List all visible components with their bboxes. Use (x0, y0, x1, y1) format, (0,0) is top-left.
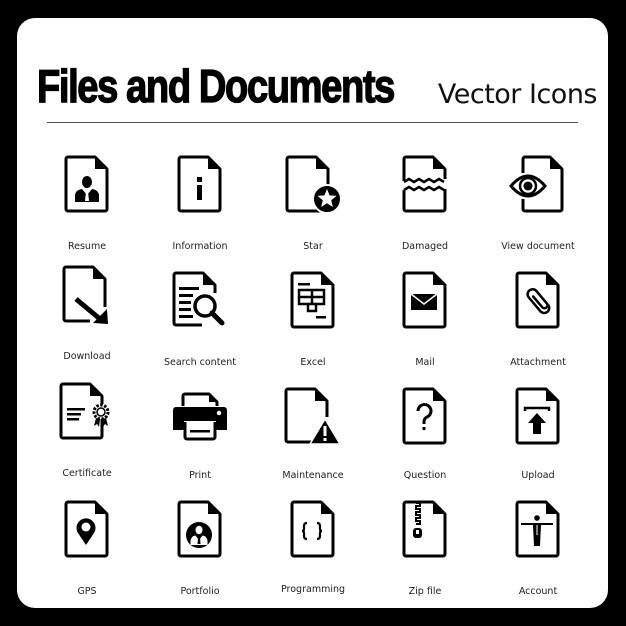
icon-tile-download: Download (32, 265, 142, 365)
certificate-icon (59, 382, 110, 440)
icon-label: Download (63, 351, 111, 362)
divider (47, 122, 578, 123)
icon-label: Certificate (62, 468, 112, 479)
icon-label: Attachment (510, 357, 566, 368)
resume-icon (64, 155, 109, 213)
icon-sheet-card: Files and Documents Vector Icons Resume … (17, 18, 608, 608)
icon-label: Search content (163, 357, 237, 368)
icon-label: Upload (521, 470, 555, 481)
icon-label: Maintenance (282, 470, 344, 481)
icon-label: Excel (300, 357, 326, 368)
icon-tile-zip-file: Zip file (370, 500, 480, 600)
icon-label: GPS (77, 586, 97, 597)
mail-icon (402, 271, 447, 329)
damaged-icon (402, 155, 447, 213)
gps-icon (64, 500, 109, 558)
page-title: Files and Documents (36, 60, 396, 113)
icon-tile-mail: Mail (370, 271, 480, 371)
icon-tile-account: Account (483, 500, 593, 600)
icon-tile-portfolio: Portfolio (145, 500, 255, 600)
star-icon (285, 155, 342, 214)
icon-tile-certificate: Certificate (32, 382, 142, 482)
icon-label: Programming (280, 584, 346, 595)
question-icon (402, 387, 447, 445)
icon-tile-upload: Upload (483, 387, 593, 487)
icon-tile-information: Information (145, 155, 255, 255)
print-icon (173, 392, 227, 441)
icon-label: Mail (415, 357, 435, 368)
information-icon (177, 155, 222, 213)
maintenance-icon (284, 387, 341, 445)
account-icon (515, 500, 560, 558)
excel-icon (290, 271, 335, 329)
icon-label: Zip file (408, 586, 442, 597)
icon-tile-view-document: View document (483, 155, 593, 255)
icon-tile-attachment: Attachment (483, 271, 593, 371)
icon-tile-star: Star (258, 155, 368, 255)
page-subtitle: Vector Icons (437, 79, 598, 110)
icon-label: Damaged (401, 241, 449, 252)
icon-label: Star (303, 241, 323, 252)
icon-tile-resume: Resume (32, 155, 142, 255)
zip-file-icon (402, 500, 447, 558)
icon-tile-damaged: Damaged (370, 155, 480, 255)
icon-label: Portfolio (180, 586, 220, 597)
icon-label: Question (403, 470, 447, 481)
icon-tile-excel: Excel (258, 271, 368, 371)
icon-tile-search-content: Search content (145, 271, 255, 371)
view-document-icon (509, 155, 564, 213)
icon-label: Print (189, 470, 211, 481)
programming-icon (290, 500, 335, 558)
download-icon (62, 265, 108, 324)
icon-label: View document (501, 241, 575, 252)
icon-tile-programming: Programming (258, 500, 368, 600)
icon-label: Information (172, 241, 228, 252)
portfolio-icon (177, 500, 222, 558)
icon-label: Resume (67, 241, 107, 252)
icon-tile-print: Print (145, 392, 255, 492)
icon-tile-maintenance: Maintenance (258, 387, 368, 487)
icon-tile-gps: GPS (32, 500, 142, 600)
header: Files and Documents Vector Icons (36, 60, 598, 113)
upload-icon (515, 387, 560, 445)
search-content-icon (172, 271, 225, 327)
icon-tile-question: Question (370, 387, 480, 487)
attachment-icon (515, 271, 560, 329)
icon-label: Account (518, 586, 558, 597)
